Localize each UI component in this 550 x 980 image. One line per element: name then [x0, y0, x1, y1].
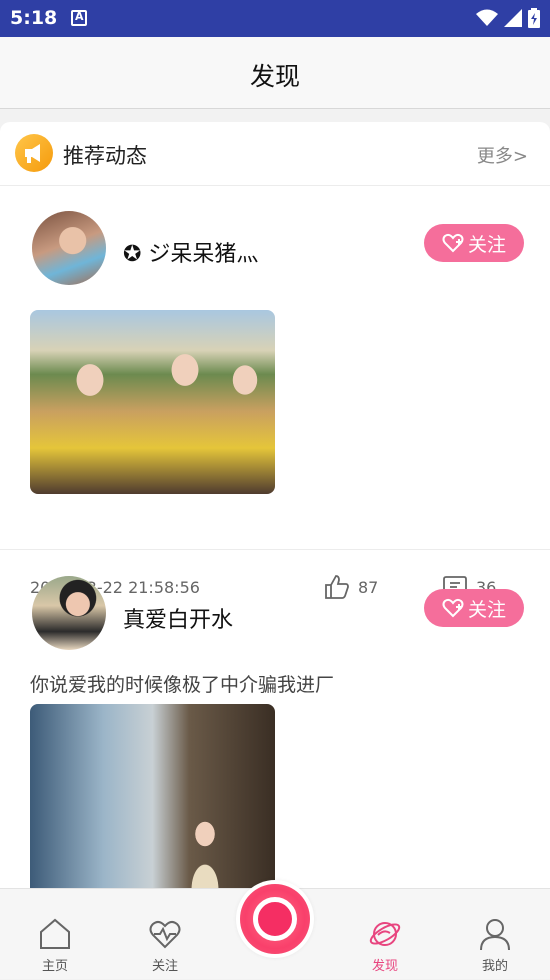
status-bar: 5:18 — [0, 0, 550, 37]
section-header: 推荐动态 更多> — [0, 122, 550, 186]
follow-button[interactable]: 关注 — [424, 224, 524, 262]
follow-label: 关注 — [467, 233, 506, 256]
avatar[interactable] — [32, 576, 106, 650]
tab-discover[interactable]: 发现 — [330, 889, 440, 980]
signal-icon — [504, 9, 522, 27]
home-icon — [40, 918, 70, 949]
wifi-icon — [476, 9, 498, 26]
tab-label: 我的 — [481, 959, 508, 974]
status-icons — [476, 8, 540, 28]
heart-plus-icon — [442, 233, 464, 253]
post-username[interactable]: ✪ ジ呆呆猪灬 — [123, 236, 258, 268]
follow-label: 关注 — [467, 598, 506, 621]
center-camera-button[interactable] — [236, 880, 314, 958]
post-photo[interactable] — [30, 704, 275, 888]
heart-plus-icon — [442, 598, 464, 618]
megaphone-icon — [15, 134, 53, 172]
battery-icon — [528, 8, 540, 28]
tab-label: 关注 — [151, 959, 178, 974]
feed-panel: 推荐动态 更多> ✪ ジ呆呆猪灬 关注 2025-03-22 21:58:56 … — [0, 122, 550, 888]
tab-follow[interactable]: 关注 — [110, 889, 220, 980]
camera-icon — [240, 884, 310, 954]
post-card[interactable]: ✪ ジ呆呆猪灬 关注 2025-03-22 21:58:56 87 36 — [0, 186, 550, 600]
follow-button[interactable]: 关注 — [424, 589, 524, 627]
post-caption: 你说爱我的时候像极了中介骗我进厂 — [30, 674, 335, 696]
post-card[interactable]: 真爱白开水 关注 你说爱我的时候像极了中介骗我进厂 — [0, 550, 550, 888]
tab-label: 主页 — [41, 959, 68, 974]
heart-pulse-icon — [149, 920, 181, 949]
app-bar: 发现 — [0, 37, 550, 109]
avatar[interactable] — [32, 211, 106, 285]
page-title: 发现 — [249, 62, 300, 91]
post-username[interactable]: 真爱白开水 — [123, 602, 233, 634]
status-time: 5:18 — [10, 7, 58, 29]
more-link[interactable]: 更多> — [477, 142, 528, 168]
tab-mine[interactable]: 我的 — [440, 889, 550, 980]
notification-a-icon — [71, 10, 87, 26]
tab-label: 发现 — [371, 959, 398, 974]
person-icon — [480, 919, 510, 951]
tab-home[interactable]: 主页 — [0, 889, 110, 980]
section-title: 推荐动态 — [63, 144, 147, 168]
post-photo[interactable] — [30, 310, 275, 494]
planet-icon — [369, 922, 401, 946]
